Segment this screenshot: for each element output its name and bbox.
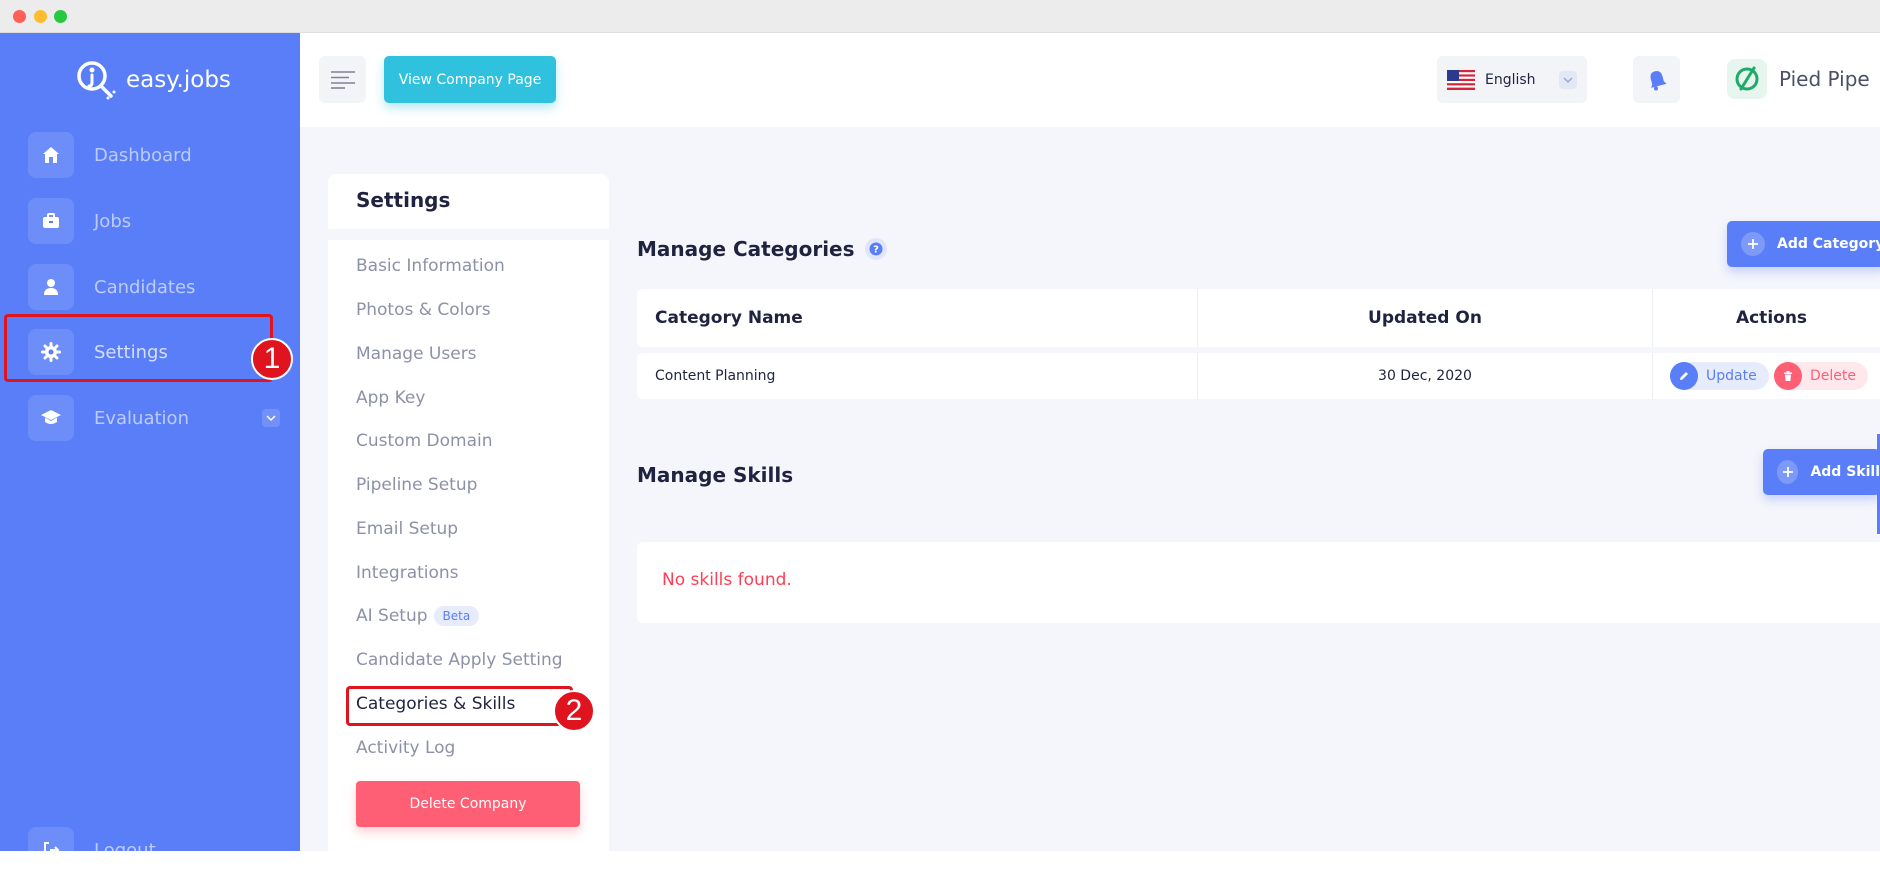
delete-button[interactable]: Delete bbox=[1774, 362, 1868, 390]
hamburger-icon bbox=[330, 70, 355, 89]
beta-badge: Beta bbox=[433, 606, 480, 626]
delete-company-button[interactable]: Delete Company bbox=[356, 781, 580, 827]
plus-icon bbox=[1741, 232, 1765, 256]
add-skill-button[interactable]: Add Skill bbox=[1763, 449, 1880, 495]
manage-categories-heading: Manage Categories ? bbox=[637, 237, 887, 261]
briefcase-icon bbox=[28, 198, 74, 244]
settings-item-pipeline-setup[interactable]: Pipeline Setup bbox=[356, 475, 477, 495]
column-header-updated-on: Updated On bbox=[1368, 308, 1482, 328]
section-title: Manage Skills bbox=[637, 463, 794, 487]
bell-icon bbox=[1650, 70, 1667, 90]
logout-icon bbox=[28, 827, 74, 873]
settings-item-manage-users[interactable]: Manage Users bbox=[356, 344, 477, 364]
settings-item-photos-colors[interactable]: Photos & Colors bbox=[356, 300, 491, 320]
help-icon[interactable]: ? bbox=[864, 238, 887, 260]
table-row: Content Planning 30 Dec, 2020 Update Del… bbox=[637, 353, 1880, 399]
add-category-button[interactable]: Add Category bbox=[1727, 221, 1880, 267]
menu-toggle-button[interactable] bbox=[319, 56, 366, 103]
top-bar: View Company Page English Pied Pipe bbox=[300, 33, 1880, 127]
sidebar-item-dashboard[interactable]: Dashboard bbox=[28, 131, 280, 179]
settings-panel-header: Settings bbox=[328, 174, 609, 229]
settings-item-ai-setup[interactable]: AI Setup Beta bbox=[356, 606, 480, 626]
add-category-label: Add Category bbox=[1777, 236, 1880, 252]
sidebar-item-candidates[interactable]: Candidates bbox=[28, 263, 280, 311]
sidebar-item-jobs[interactable]: Jobs bbox=[28, 197, 280, 245]
company-brand[interactable]: Pied Pipe bbox=[1727, 55, 1870, 103]
us-flag-icon bbox=[1447, 69, 1475, 90]
annotation-badge-1: 1 bbox=[251, 338, 293, 380]
highlight-box-categories-skills bbox=[346, 686, 573, 726]
language-selector[interactable]: English bbox=[1437, 56, 1587, 103]
add-skill-label: Add Skill bbox=[1810, 464, 1880, 480]
sidebar-item-label: Evaluation bbox=[94, 407, 189, 429]
close-window-button[interactable] bbox=[13, 10, 26, 23]
highlight-box-settings bbox=[4, 314, 273, 382]
column-header-category-name: Category Name bbox=[655, 308, 803, 328]
delete-label: Delete bbox=[1810, 368, 1856, 384]
section-title: Manage Categories bbox=[637, 237, 855, 261]
settings-item-integrations[interactable]: Integrations bbox=[356, 563, 459, 583]
minimize-window-button[interactable] bbox=[34, 10, 47, 23]
language-label: English bbox=[1485, 71, 1536, 88]
window-titlebar bbox=[0, 0, 1880, 33]
settings-title: Settings bbox=[356, 188, 451, 212]
sidebar-item-label: Jobs bbox=[94, 210, 132, 232]
empty-state-message: No skills found. bbox=[662, 570, 792, 590]
categories-table: Category Name Updated On Actions Content… bbox=[637, 289, 1880, 399]
sidebar-item-label: Dashboard bbox=[94, 144, 192, 166]
category-name-cell: Content Planning bbox=[655, 368, 776, 384]
settings-item-label: AI Setup bbox=[356, 606, 428, 626]
notifications-button[interactable] bbox=[1633, 56, 1680, 103]
sidebar: easy.jobs Dashboard Jobs Candidates Sett… bbox=[0, 33, 300, 873]
pencil-icon bbox=[1670, 362, 1698, 390]
update-label: Update bbox=[1706, 368, 1757, 384]
update-button[interactable]: Update bbox=[1670, 362, 1769, 390]
sidebar-item-evaluation[interactable]: Evaluation bbox=[28, 394, 280, 442]
column-header-actions: Actions bbox=[1735, 308, 1808, 328]
company-logo-icon bbox=[1727, 59, 1767, 99]
sidebar-item-logout[interactable]: Logout bbox=[28, 826, 280, 874]
sidebar-item-label: Candidates bbox=[94, 276, 196, 298]
company-name: Pied Pipe bbox=[1779, 67, 1870, 91]
sidebar-item-label: Logout bbox=[94, 839, 156, 861]
updated-on-cell: 30 Dec, 2020 bbox=[1378, 368, 1472, 384]
chevron-down-icon[interactable] bbox=[262, 409, 280, 427]
manage-skills-heading: Manage Skills bbox=[637, 463, 793, 487]
skills-empty-state: No skills found. bbox=[637, 542, 1880, 623]
app-logo[interactable]: easy.jobs bbox=[74, 58, 231, 102]
settings-item-basic-information[interactable]: Basic Information bbox=[356, 256, 505, 276]
settings-item-custom-domain[interactable]: Custom Domain bbox=[356, 431, 493, 451]
maximize-window-button[interactable] bbox=[54, 10, 67, 23]
easyjobs-logo-icon bbox=[77, 61, 116, 100]
chevron-down-icon bbox=[1559, 71, 1577, 89]
table-header: Category Name Updated On Actions bbox=[637, 289, 1880, 347]
column-divider bbox=[1652, 353, 1653, 399]
logo-text: easy.jobs bbox=[126, 67, 231, 93]
user-icon bbox=[28, 264, 74, 310]
svg-text:?: ? bbox=[873, 245, 879, 256]
settings-item-email-setup[interactable]: Email Setup bbox=[356, 519, 458, 539]
plus-icon bbox=[1777, 460, 1799, 484]
view-company-page-button[interactable]: View Company Page bbox=[384, 56, 556, 103]
settings-item-app-key[interactable]: App Key bbox=[356, 388, 425, 408]
main-content: Settings Basic Information Photos & Colo… bbox=[300, 127, 1880, 851]
settings-menu: Basic Information Photos & Colors Manage… bbox=[328, 240, 609, 851]
home-icon bbox=[28, 132, 74, 178]
annotation-badge-2: 2 bbox=[553, 690, 595, 732]
settings-item-candidate-apply-setting[interactable]: Candidate Apply Setting bbox=[356, 650, 563, 670]
settings-item-activity-log[interactable]: Activity Log bbox=[356, 738, 455, 758]
graduation-cap-icon bbox=[28, 395, 74, 441]
trash-icon bbox=[1774, 362, 1802, 390]
